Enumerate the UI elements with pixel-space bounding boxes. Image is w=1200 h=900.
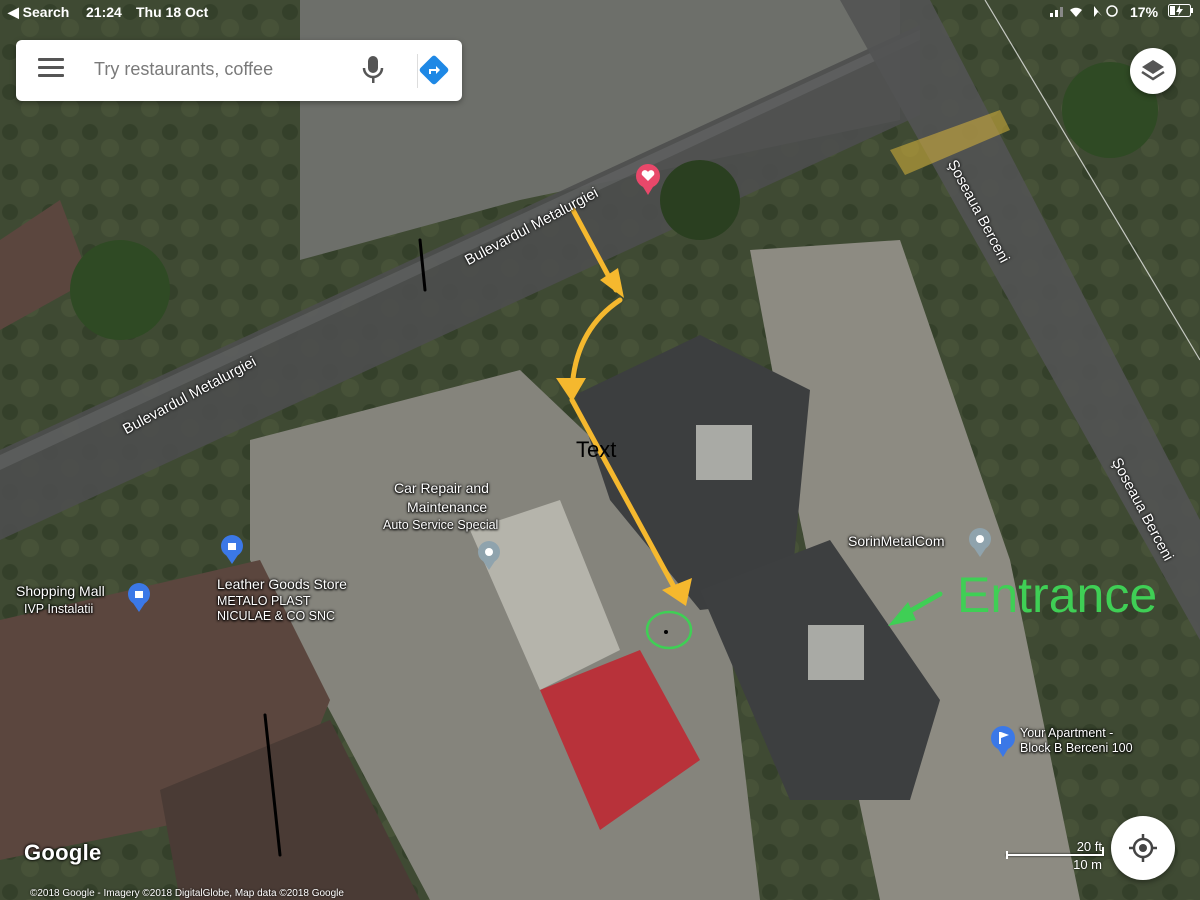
- hamburger-icon[interactable]: [38, 58, 64, 82]
- tree: [70, 240, 170, 340]
- scale-line: [1006, 854, 1104, 856]
- my-location-button[interactable]: [1111, 816, 1175, 880]
- tree: [660, 160, 740, 240]
- map-copyright[interactable]: ©2018 Google - Imagery ©2018 DigitalGlob…: [30, 888, 344, 899]
- sorin-label[interactable]: SorinMetalCom: [848, 533, 944, 549]
- car-repair-sublabel: Auto Service Special: [383, 518, 499, 532]
- scale-m: 10 m: [1073, 857, 1102, 872]
- leather-store-sublabel-2: NICULAE & CO SNC: [217, 609, 336, 623]
- layers-icon: [1141, 60, 1165, 81]
- car-repair-label-line2[interactable]: Maintenance: [407, 499, 487, 515]
- directions-icon[interactable]: [418, 54, 450, 86]
- car-repair-label-line1[interactable]: Car Repair and: [394, 480, 489, 496]
- shopping-mall-sublabel: IVP Instalatii: [24, 602, 94, 616]
- my-location-icon: [1129, 834, 1157, 862]
- leather-store-sublabel-1: METALO PLAST: [217, 594, 311, 608]
- battery-icon: [1168, 4, 1194, 21]
- search-bar[interactable]: Try restaurants, coffee: [16, 40, 462, 101]
- annotation-text: Text: [576, 437, 617, 462]
- leather-store-label[interactable]: Leather Goods Store: [217, 576, 347, 592]
- battery-percent: 17%: [1130, 4, 1159, 20]
- roof-vent-2: [808, 625, 864, 680]
- apartment-label-line1[interactable]: Your Apartment -: [1020, 726, 1113, 740]
- scale-tick: [1102, 847, 1104, 855]
- roof-vent-1: [696, 425, 752, 480]
- scale-ft: 20 ft: [1076, 839, 1102, 854]
- battery-charging-icon: [1168, 4, 1193, 17]
- highlight-dot: [664, 630, 668, 634]
- search-input[interactable]: Try restaurants, coffee: [94, 59, 273, 80]
- annotation-entrance: Entrance: [957, 567, 1158, 623]
- status-icons: [1050, 4, 1118, 21]
- signal-wifi-location-icon: [1050, 5, 1118, 17]
- apartment-label-line2[interactable]: Block B Berceni 100: [1020, 741, 1133, 755]
- back-to-search-link[interactable]: ◀ Search: [8, 4, 69, 21]
- shopping-mall-label[interactable]: Shopping Mall: [16, 583, 105, 599]
- scale-tick: [1006, 851, 1008, 859]
- status-bar: ◀ Search 21:24 Thu 18 Oct 17%: [0, 0, 1200, 24]
- google-logo: Google: [24, 840, 102, 865]
- layers-button[interactable]: [1130, 48, 1176, 94]
- microphone-icon[interactable]: [360, 54, 386, 86]
- status-time: 21:24: [86, 4, 122, 20]
- status-date: Thu 18 Oct: [136, 4, 209, 20]
- scale-bar: 20 ft 10 m: [1006, 838, 1104, 872]
